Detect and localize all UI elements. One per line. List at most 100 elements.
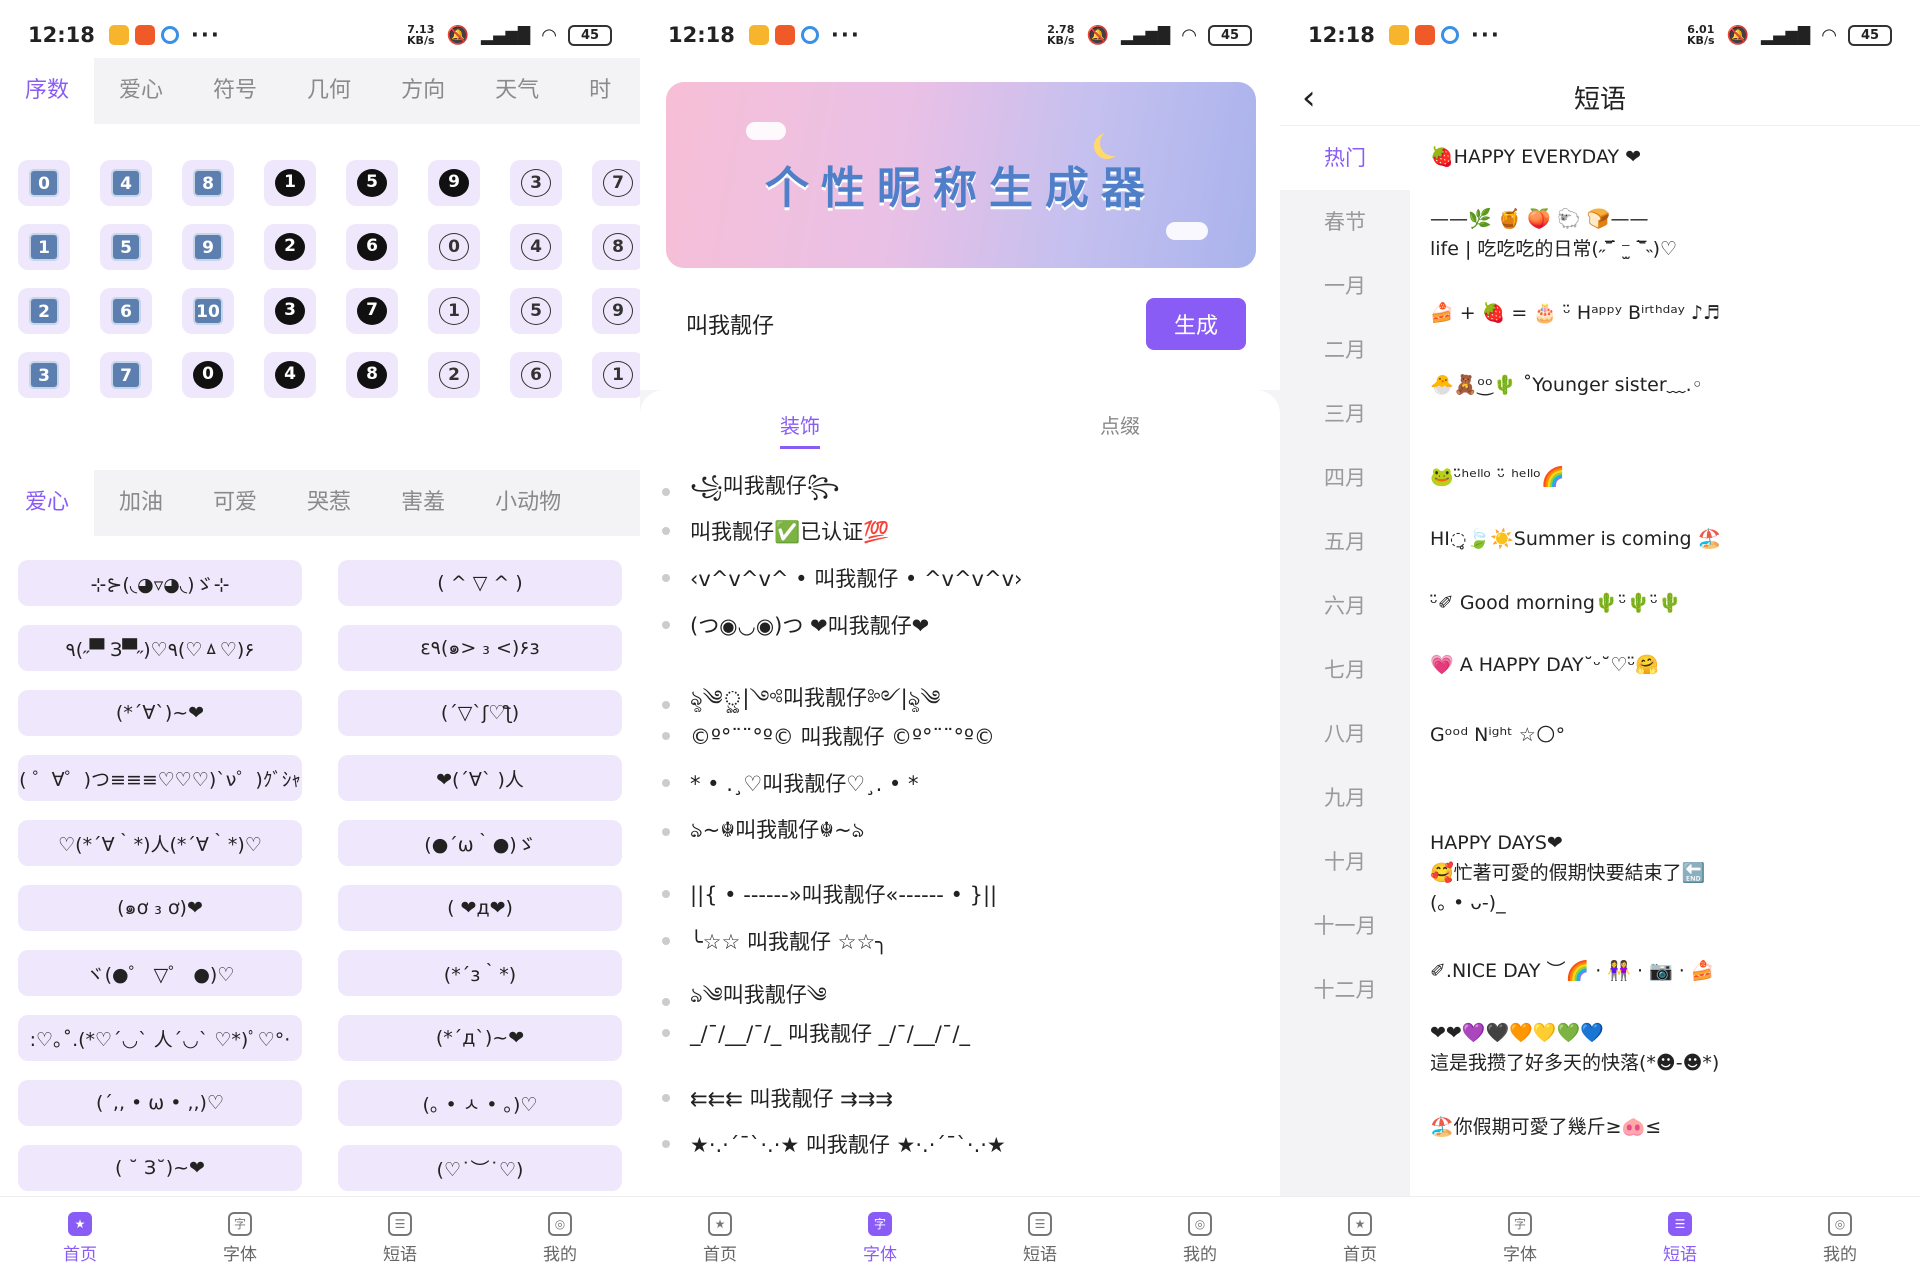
tab-emo-shy[interactable]: 害羞 (376, 470, 470, 536)
number-symbol[interactable]: 0 (18, 160, 70, 206)
emoticon-chip[interactable]: ٩(˶▀ З▀˶)♡٩(♡ㅿ♡)۶ (18, 625, 302, 671)
number-symbol[interactable]: 9 (182, 224, 234, 270)
category-item[interactable]: 二月 (1280, 318, 1410, 382)
phrase-item[interactable]: 🍰 + 🍓 = 🎂 ᵕ̈ Hᵃᵖᵖʸ Bⁱʳᵗʰᵈᵃʸ ♪♬ (1430, 298, 1910, 328)
category-item[interactable]: 三月 (1280, 382, 1410, 446)
number-symbol[interactable]: 1 (592, 352, 640, 398)
result-item[interactable]: 叫我靓仔✅已认证💯 (662, 516, 889, 546)
emoticon-chip[interactable]: (｡ • ㅅ • ｡)♡ (338, 1080, 622, 1126)
emoticon-chip[interactable]: (๑ơ ₃ ơ)❤ (18, 885, 302, 931)
nav-phrase[interactable]: ☰ 短语 (320, 1197, 480, 1280)
number-symbol[interactable]: 5 (510, 288, 562, 334)
phrase-item[interactable]: 🍓HAPPY EVERYDAY ❤ (1430, 142, 1910, 172)
result-item[interactable]: ꧁叫我靓仔꧂ (662, 470, 840, 513)
emoticon-chip[interactable]: ( ❤д❤) (338, 885, 622, 931)
number-symbol[interactable]: 5 (346, 160, 398, 206)
number-symbol[interactable]: 2 (428, 352, 480, 398)
phrase-item[interactable]: HAPPY DAYS❤ 🥰忙著可愛的假期快要結束了🔚 (｡ • ᴗ-)_ (1430, 828, 1910, 918)
nav-font[interactable]: 字字体 (160, 1197, 320, 1280)
phrase-item[interactable]: HI◌̥🍃☀️Summer is coming 🏖️ (1430, 524, 1910, 554)
phrase-item[interactable]: ❤❤💜🖤🧡💛💚💙 這是我攒了好多天的快落(*☻-☻*) (1430, 1018, 1910, 1078)
category-item[interactable]: 五月 (1280, 510, 1410, 574)
result-item[interactable]: _/¯/__/¯/_ 叫我靓仔 _/¯/__/¯/_ (662, 1018, 970, 1048)
category-item[interactable]: 六月 (1280, 574, 1410, 638)
phrase-item[interactable]: ✐.NICE DAY ︶🌈 · 👭 · 📷 · 🍰 (1430, 956, 1910, 986)
tab-emo-cry[interactable]: 哭惹 (282, 470, 376, 536)
number-symbol[interactable]: 8 (592, 224, 640, 270)
tab-time[interactable]: 时 (564, 58, 636, 124)
number-symbol[interactable]: 1 (18, 224, 70, 270)
emoticon-chip[interactable]: (●´ω｀●)ゞ (338, 820, 622, 866)
number-symbol[interactable]: 2 (264, 224, 316, 270)
number-symbol[interactable]: 3 (264, 288, 316, 334)
tab-embellish[interactable]: 点缀 (960, 410, 1280, 449)
category-item[interactable]: 十一月 (1280, 894, 1410, 958)
tab-symbol[interactable]: 符号 (188, 58, 282, 124)
number-symbol[interactable]: 4 (510, 224, 562, 270)
number-symbol[interactable]: 1 (428, 288, 480, 334)
emoticon-chip[interactable]: ( ˘ З˘)~❤ (18, 1145, 302, 1191)
number-symbol[interactable]: 6 (346, 224, 398, 270)
number-symbol[interactable]: 0 (428, 224, 480, 270)
number-symbol[interactable]: 5 (100, 224, 152, 270)
phrase-item[interactable]: ——🌿 🍯 🍑 🐑 🍞—— life | 吃吃吃的日常(˶‾᷄ ⁻̫ ‾᷅˵)♡ (1430, 204, 1910, 264)
emoticon-chip[interactable]: (*´д`)~❤ (338, 1015, 622, 1061)
tab-ordinal[interactable]: 序数 (0, 58, 95, 124)
number-symbol[interactable]: 9 (428, 160, 480, 206)
number-symbol[interactable]: 7 (346, 288, 398, 334)
result-item[interactable]: ‹v^v^v^ • 叫我靓仔 • ^v^v^v› (662, 563, 1022, 593)
nav-mine[interactable]: ◎ 我的 (1120, 1197, 1280, 1280)
emoticon-chip[interactable]: ❤(´∀` )人 (338, 755, 622, 801)
tab-decoration[interactable]: 装饰 (640, 410, 960, 449)
number-symbol[interactable]: 3 (510, 160, 562, 206)
number-symbol[interactable]: 2 (18, 288, 70, 334)
nav-phrase[interactable]: ☰ 短语 (960, 1197, 1120, 1280)
category-item[interactable]: 热门 (1280, 126, 1410, 190)
number-symbol[interactable]: 10 (182, 288, 234, 334)
nav-home[interactable]: ★ 首页 (640, 1197, 800, 1280)
result-item[interactable]: (つ◉◡◉)つ ❤叫我靓仔❤ (662, 610, 929, 640)
number-symbol[interactable]: 8 (182, 160, 234, 206)
nav-font[interactable]: 字字体 (1440, 1197, 1600, 1280)
emoticon-chip[interactable]: (♡˙︶˙♡) (338, 1145, 622, 1191)
result-item[interactable]: ⇇⇇⇇ 叫我靓仔 ⇉⇉⇉ (662, 1083, 893, 1113)
emoticon-chip[interactable]: ( ^ ▽ ^ ) (338, 560, 622, 606)
tab-emo-cute[interactable]: 可爱 (188, 470, 282, 536)
emoticon-chip[interactable]: ε٩(๑> ₃ <)۶з (338, 625, 622, 671)
back-icon[interactable]: ‹ (1302, 78, 1316, 118)
number-symbol[interactable]: 9 (592, 288, 640, 334)
result-item[interactable]: ★·.·´¯`·.·★ 叫我靓仔 ★·.·´¯`·.·★ (662, 1129, 1006, 1159)
category-item[interactable]: 四月 (1280, 446, 1410, 510)
number-symbol[interactable]: 1 (264, 160, 316, 206)
nickname-input[interactable] (686, 311, 1146, 337)
number-symbol[interactable]: 3 (18, 352, 70, 398)
category-item[interactable]: 八月 (1280, 702, 1410, 766)
number-symbol[interactable]: 6 (100, 288, 152, 334)
category-item[interactable]: 九月 (1280, 766, 1410, 830)
phrase-item[interactable]: 💗 A HAPPY DAY˘ᵕ˘♡ᵕ̈🤗 (1430, 650, 1910, 680)
generate-button[interactable]: 生成 (1146, 298, 1246, 350)
number-symbol[interactable]: 7 (592, 160, 640, 206)
category-item[interactable]: 一月 (1280, 254, 1410, 318)
emoticon-chip[interactable]: (*´з｀*) (338, 950, 622, 996)
number-symbol[interactable]: 7 (100, 352, 152, 398)
tab-heart[interactable]: 爱心 (94, 58, 188, 124)
category-item[interactable]: 十二月 (1280, 958, 1410, 1022)
emoticon-chip[interactable]: :♡｡˚.(*♡´◡` 人´◡` ♡*)ﾟ♡°· (18, 1015, 302, 1061)
phrase-item[interactable]: 🐣🧸ᵒ͜ᵒ🌵 ˚Younger sister﹏.◦ (1430, 370, 1910, 400)
number-symbol[interactable]: 8 (346, 352, 398, 398)
nav-phrase[interactable]: ☰ 短语 (1600, 1197, 1760, 1280)
nav-font[interactable]: 字字体 (800, 1197, 960, 1280)
number-symbol[interactable]: 0 (182, 352, 234, 398)
result-item[interactable]: ঌ~☬叫我靓仔☬~ঌ (662, 814, 864, 849)
tab-weather[interactable]: 天气 (470, 58, 564, 124)
phrase-item[interactable]: 🏖️你假期可愛了幾斤≥🐽≤ (1430, 1112, 1910, 1142)
emoticon-chip[interactable]: ヾ(●゜ ▽゜ ●)♡ (18, 950, 302, 996)
phrase-item[interactable]: 🐸ᵕ̈ʰᵉˡˡᵒ ᵕ̈ ʰᵉˡˡᵒ🌈 (1430, 462, 1910, 492)
phrase-item[interactable]: ᵕ̈✐ Good morning🌵ᵕ̈🌵ᵕ̈🌵 (1430, 588, 1910, 618)
category-item[interactable]: 七月 (1280, 638, 1410, 702)
tab-emo-animal[interactable]: 小动物 (470, 470, 586, 536)
category-item[interactable]: 春节 (1280, 190, 1410, 254)
phrase-item[interactable]: Gᵒᵒᵈ Nⁱᵍʰᵗ ☆🌕° (1430, 720, 1910, 750)
result-item[interactable]: * • .¸♡叫我靓仔♡¸. • * (662, 768, 918, 798)
